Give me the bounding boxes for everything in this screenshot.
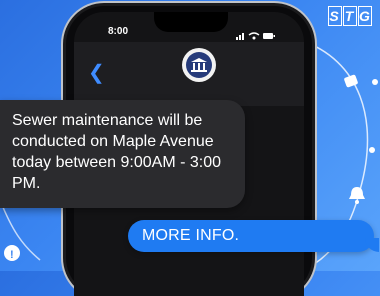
government-building-icon: [191, 58, 207, 72]
status-time: 8:00: [108, 26, 129, 37]
conversation-header: ❮: [74, 42, 304, 106]
phone-notch: [154, 12, 228, 32]
svg-text:!: !: [10, 249, 14, 261]
bell-icon: [349, 187, 365, 204]
signal-icon: [236, 33, 244, 40]
incoming-message-bubble: Sewer maintenance will be conducted on M…: [0, 100, 245, 208]
more-info-button[interactable]: MORE INFO.: [128, 220, 379, 252]
back-chevron-icon[interactable]: ❮: [88, 60, 105, 85]
contact-avatar[interactable]: [182, 48, 216, 82]
brand-logo: STG: [328, 6, 372, 26]
wifi-icon: [248, 32, 260, 40]
battery-icon: [263, 33, 275, 39]
